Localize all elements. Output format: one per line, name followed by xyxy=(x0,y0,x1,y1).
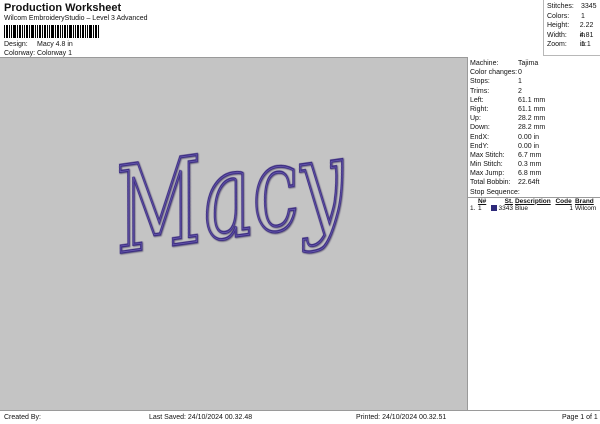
design-row: Design: Macy 4.8 in xyxy=(4,41,73,48)
machine-info-label: Color changes: xyxy=(470,69,518,77)
col-description: Description xyxy=(514,197,551,205)
machine-info-row: Trims: 2 xyxy=(468,87,600,96)
stop-sequence-table: N# St. Description Code Brand 1. 1 3343 … xyxy=(469,198,599,212)
machine-info-row: EndX: 0.00 in xyxy=(468,133,600,142)
stop-index: 1. xyxy=(470,204,476,212)
machine-info-label: Stops: xyxy=(470,78,490,86)
thread-brand: Wilcom xyxy=(574,204,597,212)
machine-info-value: 28.2 mm xyxy=(518,115,546,123)
stop-sequence-label: Stop Sequence: xyxy=(470,188,520,196)
machine-info-label: Max Jump: xyxy=(470,170,505,178)
colorway-label: Colorway: xyxy=(4,50,36,57)
machine-info-row: Up: 28.2 mm xyxy=(468,114,600,123)
machine-info-value: 6.7 mm xyxy=(518,151,542,159)
colorway-row: Colorway: Colorway 1 xyxy=(4,50,72,57)
height-value: 2.22 in xyxy=(579,22,594,39)
machine-info-value: 0.00 in xyxy=(518,142,540,150)
width-value: 4.81 in xyxy=(579,31,594,49)
machine-info-row: Max Jump: 6.8 mm xyxy=(468,169,600,178)
machine-info-row: EndY: 0.00 in xyxy=(468,142,600,151)
machine-info-value: 1 xyxy=(518,78,522,86)
machine-info-label: Machine: xyxy=(470,60,499,67)
stitch-count: 3343 xyxy=(498,204,513,212)
machine-info-value: Tajima xyxy=(518,60,539,67)
page-number: Page 1 of 1 xyxy=(562,414,598,421)
machine-info-row: Machine: Tajima xyxy=(468,59,600,68)
col-brand: Brand xyxy=(574,197,594,205)
col-st: St. xyxy=(504,197,513,205)
machine-info-label: Up: xyxy=(470,115,481,123)
machine-info-label: EndY: xyxy=(470,142,489,150)
machine-info-row: Stops: 1 xyxy=(468,77,600,86)
width-label: Width: xyxy=(547,31,567,39)
design-preview-canvas: Macy Macy xyxy=(0,57,468,410)
machine-info-row: Total Bobbin: 22.64ft xyxy=(468,178,600,187)
col-n: N# xyxy=(477,197,487,205)
colorway-value: Colorway 1 xyxy=(37,50,73,57)
design-label: Design: xyxy=(4,41,28,48)
machine-info-value: 28.2 mm xyxy=(518,124,546,132)
embroidery-design: Macy Macy xyxy=(104,109,357,281)
machine-info-row: Min Stitch: 0.3 mm xyxy=(468,160,600,169)
machine-info-row: Color changes: 0 xyxy=(468,68,600,77)
zoom-value: 1:1 xyxy=(581,41,591,48)
machine-info-row: Max Stitch: 6.7 mm xyxy=(468,151,600,160)
machine-info-value: 0.3 mm xyxy=(518,161,542,169)
summary-box: Stitches: 3345 Colors: 1 Height: 2.22 in Wi… xyxy=(543,0,600,56)
stitches-label: Stitches: xyxy=(547,3,574,10)
machine-info-value: 0 xyxy=(518,69,522,77)
machine-info-row: Right: 61.1 mm xyxy=(468,105,600,114)
machine-info-row: Down: 28.2 mm xyxy=(468,123,600,132)
software-subtitle: Wilcom EmbroideryStudio – Level 3 Advanc… xyxy=(4,15,148,22)
worksheet-title: Production Worksheet xyxy=(4,2,122,14)
machine-info-row: Left: 61.1 mm xyxy=(468,96,600,105)
thread-color-swatch xyxy=(490,204,497,211)
colors-value: 1 xyxy=(581,12,585,20)
table-row: 1. 1 3343 Blue 1 Wilcom xyxy=(469,205,599,212)
page-footer: Created By: Last Saved: 24/10/2024 00.32… xyxy=(0,410,600,424)
colors-label: Colors: xyxy=(547,12,570,20)
thread-code: 1 xyxy=(569,204,573,212)
machine-info-label: Total Bobbin: xyxy=(470,179,511,187)
needle-number: 1 xyxy=(477,204,482,212)
machine-info-value: 6.8 mm xyxy=(518,170,542,178)
barcode xyxy=(4,25,99,38)
design-value: Macy 4.8 in xyxy=(37,41,73,48)
stitches-value: 3345 xyxy=(581,3,597,10)
machine-info-label: Max Stitch: xyxy=(470,151,505,159)
col-code: Code xyxy=(555,197,572,205)
machine-info-label: Right: xyxy=(470,105,489,113)
created-by: Created By: xyxy=(4,414,41,421)
machine-info-label: Down: xyxy=(470,124,490,132)
machine-info-value: 0.00 in xyxy=(518,133,540,141)
machine-info-label: Trims: xyxy=(470,87,490,95)
machine-info-panel: Machine: Tajima Color changes: 0 Stops: 1 Trim… xyxy=(468,57,600,410)
zoom-label: Zoom: xyxy=(547,41,567,48)
machine-info-list: Machine: Tajima Color changes: 0 Stops: 1 Trim… xyxy=(468,57,600,188)
machine-info-value: 61.1 mm xyxy=(518,96,546,104)
last-saved: Last Saved: 24/10/2024 00.32.48 xyxy=(149,414,253,421)
machine-info-label: Min Stitch: xyxy=(470,161,503,169)
machine-info-value: 2 xyxy=(518,87,522,95)
design-lettering-highlight: Macy xyxy=(105,111,354,280)
machine-info-label: Left: xyxy=(470,96,484,104)
machine-info-label: EndX: xyxy=(470,133,490,141)
thread-description: Blue xyxy=(514,204,528,212)
machine-info-value: 22.64ft xyxy=(518,179,540,187)
printed-date: Printed: 24/10/2024 00.32.51 xyxy=(356,414,447,421)
height-label: Height: xyxy=(547,22,570,29)
machine-info-value: 61.1 mm xyxy=(518,105,546,113)
